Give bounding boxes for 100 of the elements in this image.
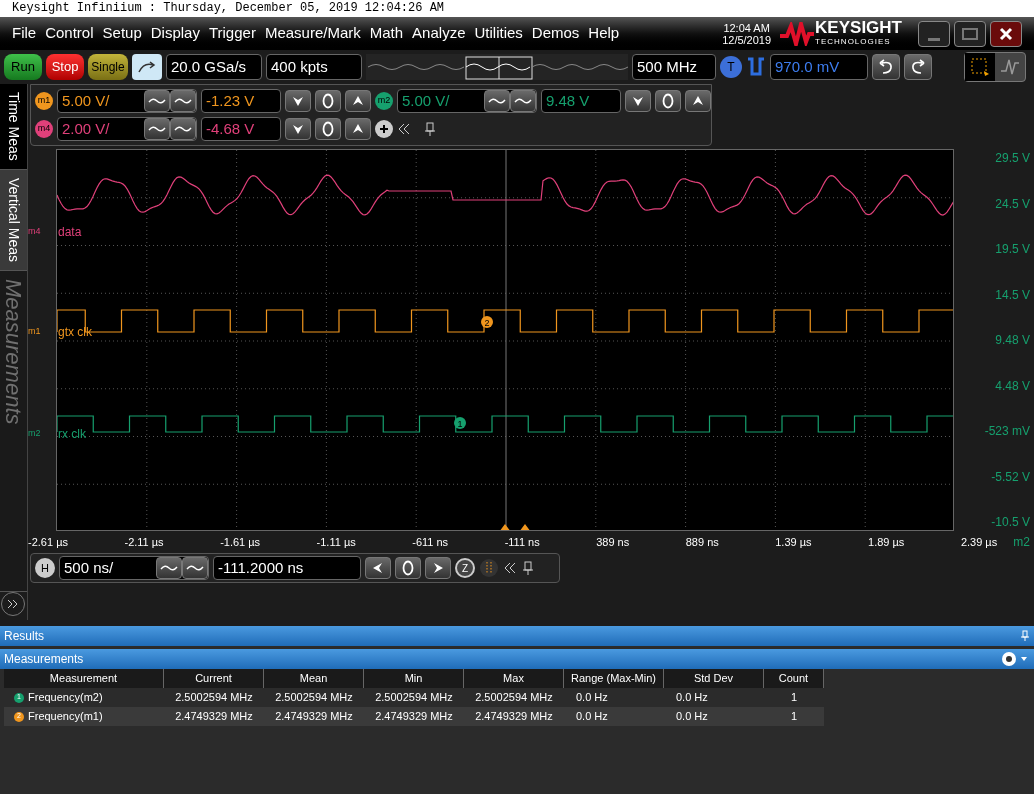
voltage-axis-label: 24.5 V bbox=[994, 195, 1030, 213]
single-button[interactable]: Single bbox=[88, 54, 128, 80]
voltage-axis-label: -523 mV bbox=[983, 423, 1030, 440]
up-arrow-icon bbox=[352, 95, 364, 107]
offset-zero-button[interactable] bbox=[655, 90, 681, 112]
channel-badge[interactable]: m1 bbox=[35, 92, 53, 110]
time-axis-label: -2.61 µs bbox=[28, 534, 68, 550]
redo-icon bbox=[910, 59, 926, 75]
menu-item[interactable]: Utilities bbox=[474, 22, 523, 45]
pin-icon[interactable] bbox=[423, 121, 437, 137]
channel-marker-label: m1 bbox=[28, 325, 41, 338]
fine-adjust-button[interactable] bbox=[510, 90, 536, 112]
menu-item[interactable]: Math bbox=[369, 22, 404, 45]
voltage-axis-label: 29.5 V bbox=[994, 150, 1030, 167]
double-chevron-left-icon[interactable] bbox=[397, 122, 411, 136]
logo-wave-icon bbox=[779, 21, 816, 46]
left-arrow-icon bbox=[372, 562, 384, 574]
redo-button[interactable] bbox=[904, 54, 932, 80]
fine-adjust-button[interactable] bbox=[170, 118, 196, 140]
results-title: Results bbox=[4, 628, 44, 645]
offset-down-button[interactable] bbox=[285, 90, 311, 112]
horizontal-badge[interactable]: H bbox=[35, 558, 55, 578]
measurement-marker: 1 bbox=[454, 417, 466, 429]
channel-marker-label: m4 bbox=[28, 225, 41, 238]
voltage-axis-label: 4.48 V bbox=[994, 377, 1030, 395]
down-arrow-icon bbox=[292, 123, 304, 135]
menu-item[interactable]: Trigger bbox=[208, 22, 256, 45]
table-cell-text: 2.5002594 MHz bbox=[175, 690, 253, 706]
memory-depth-field[interactable]: 400 kpts bbox=[266, 54, 362, 80]
down-arrow-icon bbox=[292, 95, 304, 107]
settings-icon[interactable] bbox=[1000, 651, 1030, 667]
menu-item[interactable]: Demos bbox=[531, 22, 580, 45]
offset-up-button[interactable] bbox=[345, 90, 371, 112]
pin-icon[interactable] bbox=[1020, 630, 1030, 642]
coarse-adjust-button[interactable] bbox=[484, 90, 510, 112]
menu-item[interactable]: Measure/Mark bbox=[264, 22, 361, 45]
axis-source-label: m2 bbox=[1013, 534, 1031, 551]
offset-up-button[interactable] bbox=[685, 90, 711, 112]
coarse-adjust-button[interactable] bbox=[144, 118, 170, 140]
menu-item[interactable]: Help bbox=[588, 22, 620, 45]
autoscale-button[interactable] bbox=[132, 54, 162, 80]
channel-badge[interactable]: m4 bbox=[35, 120, 53, 138]
table-cell-text: 2.4749329 MHz bbox=[475, 709, 553, 725]
menu-item[interactable]: File bbox=[12, 22, 37, 45]
position-right-button[interactable] bbox=[425, 557, 451, 579]
offset-up-button[interactable] bbox=[345, 118, 371, 140]
time-axis-label: 2.39 µs bbox=[960, 534, 998, 550]
up-arrow-icon bbox=[352, 123, 364, 135]
time-axis-label: 1.89 µs bbox=[868, 534, 905, 550]
fine-adjust-button[interactable] bbox=[170, 90, 196, 112]
table-cell-text: 1 bbox=[790, 709, 798, 725]
double-chevron-icon bbox=[7, 599, 19, 609]
offset-down-button[interactable] bbox=[625, 90, 651, 112]
position-left-button[interactable] bbox=[365, 557, 391, 579]
time-axis-label: 889 ns bbox=[685, 534, 719, 550]
menu-item[interactable]: Control bbox=[45, 22, 94, 45]
table-cell-text: 2.5002594 MHz bbox=[275, 690, 353, 706]
minimize-icon bbox=[928, 38, 940, 41]
table-cell-text: 2.5002594 MHz bbox=[375, 690, 453, 706]
zoom-badge[interactable]: Z bbox=[455, 558, 475, 578]
zoom-box-button[interactable] bbox=[965, 53, 995, 81]
clock-date: 12/5/2019 bbox=[722, 33, 772, 46]
offset-down-button[interactable] bbox=[285, 118, 311, 140]
sample-rate-field[interactable]: 20.0 GSa/s bbox=[166, 54, 262, 80]
trace-label: data bbox=[58, 224, 82, 241]
stop-button[interactable]: Stop bbox=[46, 54, 84, 80]
measurement-marker: 2 bbox=[481, 316, 493, 328]
time-axis-label: 1.39 µs bbox=[775, 534, 812, 550]
trace-label: gtx clk bbox=[58, 324, 92, 341]
offset-zero-button[interactable] bbox=[315, 90, 341, 112]
time-axis-label: -111 ns bbox=[504, 534, 540, 550]
logo-subtitle: TECHNOLOGIES bbox=[815, 36, 892, 48]
trigger-badge[interactable]: T bbox=[720, 56, 742, 78]
channel-badge[interactable]: m2 bbox=[375, 92, 393, 110]
trigger-level-field[interactable]: 970.0 mV bbox=[770, 54, 868, 80]
voltage-axis-label: 9.48 V bbox=[994, 332, 1030, 349]
minimize-button[interactable] bbox=[918, 20, 950, 47]
fine-adjust-button[interactable] bbox=[182, 557, 208, 579]
menu-item[interactable]: Analyze bbox=[412, 22, 466, 45]
side-tab[interactable]: Vertical Meas bbox=[0, 169, 27, 271]
table-cell-text: 2.4749329 MHz bbox=[375, 709, 453, 725]
coarse-adjust-button[interactable] bbox=[156, 557, 182, 579]
time-axis-label: -1.61 µs bbox=[220, 534, 261, 550]
position-zero-button[interactable] bbox=[395, 557, 421, 579]
coarse-adjust-button[interactable] bbox=[144, 90, 170, 112]
side-tab[interactable]: Time Meas bbox=[0, 84, 27, 170]
offset-zero-button[interactable] bbox=[315, 118, 341, 140]
menu-item[interactable]: Display bbox=[150, 22, 200, 45]
wave-icon bbox=[148, 124, 166, 134]
double-chevron-left-icon[interactable] bbox=[503, 561, 517, 575]
table-cell-text: 2.4749329 MHz bbox=[275, 709, 353, 725]
clock-time: 12:04 AM bbox=[723, 21, 770, 34]
undo-button[interactable] bbox=[872, 54, 900, 80]
bandwidth-field[interactable]: 500 MHz bbox=[632, 54, 716, 80]
close-button[interactable] bbox=[990, 20, 1022, 47]
add-channel-icon[interactable] bbox=[375, 120, 393, 138]
pin-icon[interactable] bbox=[521, 560, 535, 576]
restore-button[interactable] bbox=[954, 20, 986, 47]
menu-item[interactable]: Setup bbox=[102, 22, 142, 45]
run-button[interactable]: Run bbox=[4, 54, 42, 80]
